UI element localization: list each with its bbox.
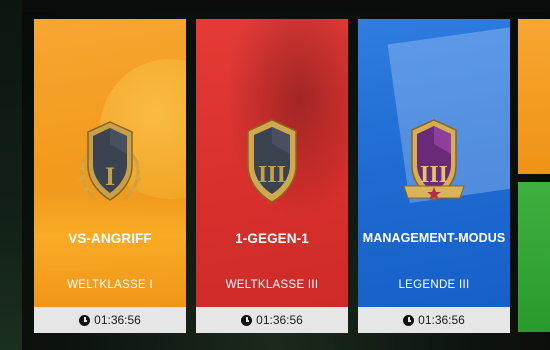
clock-icon (403, 314, 415, 326)
card-footer-timer: 01:36:56 (34, 307, 186, 333)
clock-icon (79, 314, 91, 326)
top-bar (0, 0, 550, 12)
card-artwork: III 1-GEGEN-1 WELTKLASSE III (196, 19, 348, 307)
card-rank: WELTKLASSE I (67, 279, 153, 291)
timer-text: 01:36:56 (418, 313, 465, 327)
mode-card-1-gegen-1[interactable]: III 1-GEGEN-1 WELTKLASSE III 01:36:56 (196, 19, 348, 333)
clock-icon (241, 314, 253, 326)
timer-text: 01:36:56 (256, 313, 303, 327)
rank-numeral: III (419, 162, 449, 188)
card-rank: WELTKLASSE III (225, 279, 319, 291)
card-title: VS-ANGRIFF (68, 231, 152, 246)
card-rank: LEGENDE III (398, 279, 470, 291)
card-title: MANAGEMENT-MODUS (362, 231, 506, 245)
mode-card-partial-orange[interactable] (518, 19, 550, 174)
card-footer-timer: 01:36:56 (196, 307, 348, 333)
card-artwork: VS-ANGRIFF WELTKLASSE I I (34, 19, 186, 307)
card-artwork: III MANAGEMENT-MODUS LEGENDE III (358, 19, 510, 307)
mode-card-partial-green[interactable] (518, 182, 550, 332)
card-title: 1-GEGEN-1 (235, 231, 309, 246)
mode-card-management-modus[interactable]: III MANAGEMENT-MODUS LEGENDE III 01:36:5… (358, 19, 510, 333)
rank-numeral: III (257, 162, 287, 188)
timer-text: 01:36:56 (94, 313, 141, 327)
card-footer-timer: 01:36:56 (358, 307, 510, 333)
left-background-edge (0, 0, 22, 350)
rank-numeral: I (104, 162, 116, 191)
mode-card-vs-angriff[interactable]: VS-ANGRIFF WELTKLASSE I I 01:36:56 (34, 19, 186, 333)
